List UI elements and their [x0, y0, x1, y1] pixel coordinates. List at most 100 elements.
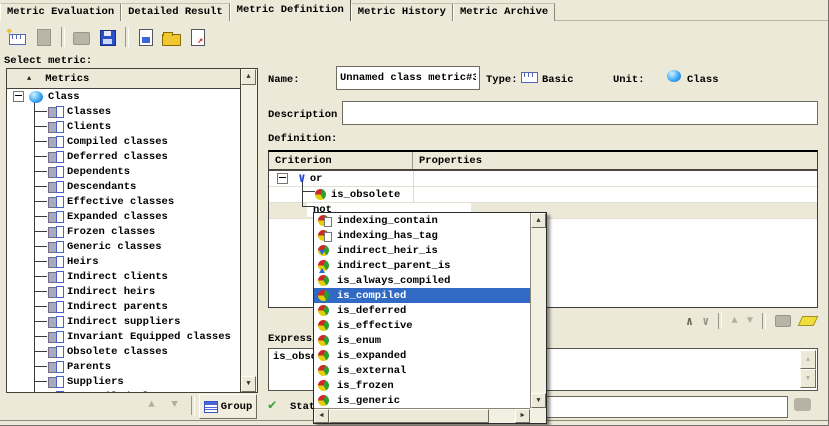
dropdown-item-label: indexing_contain: [337, 215, 438, 227]
tree-item-label: Descendants: [67, 181, 136, 193]
move-criterion-down-button[interactable]: ▼: [747, 315, 753, 327]
scroll-left-button[interactable]: ◄: [314, 409, 329, 423]
tree-item-indirect-suppliers[interactable]: Indirect suppliers: [7, 314, 241, 329]
tree-item-indirect-heirs[interactable]: Indirect heirs: [7, 284, 241, 299]
tree-item-invariant-equipped-classes[interactable]: Invariant Equipped classes: [7, 329, 241, 344]
tab-metric-definition[interactable]: Metric Definition: [230, 0, 351, 21]
tree-item-indirect-clients[interactable]: Indirect clients: [7, 269, 241, 284]
metric-icon: [48, 211, 65, 223]
metric-icon: [48, 301, 65, 313]
scroll-up-button[interactable]: ▲: [241, 69, 256, 85]
criterion-row-is-obsolete[interactable]: is_obsolete: [269, 187, 817, 203]
move-criterion-up-button[interactable]: ▲: [731, 315, 737, 327]
metrics-column-header[interactable]: ▲ Metrics: [7, 69, 241, 89]
group-grid-icon: [204, 401, 218, 413]
comment-bubble-icon[interactable]: [794, 398, 811, 411]
metric-name-input[interactable]: [336, 66, 480, 90]
group-button-label: Group: [221, 401, 253, 413]
tab-metric-archive[interactable]: Metric Archive: [453, 3, 555, 21]
tab-metric-history[interactable]: Metric History: [351, 3, 453, 21]
expression-scroll-up-button[interactable]: ▲: [800, 350, 816, 369]
tree-item-classes[interactable]: Classes: [7, 104, 241, 119]
tree-item-deferred-classes[interactable]: Deferred classes: [7, 149, 241, 164]
open-metric-file-button[interactable]: [159, 25, 183, 49]
clear-definition-button[interactable]: [798, 316, 819, 326]
import-metrics-button[interactable]: [133, 25, 157, 49]
dropdown-item-is-always-compiled[interactable]: is_always_compiled: [314, 273, 530, 288]
collapse-toggle-icon[interactable]: [277, 173, 288, 184]
dropdown-vertical-scrollbar[interactable]: ▲ ▼: [530, 213, 546, 408]
tree-item-compiled-classes[interactable]: Compiled classes: [7, 134, 241, 149]
tree-item-obsolete-classes[interactable]: Obsolete classes: [7, 344, 241, 359]
dropdown-item-is-external[interactable]: is_external: [314, 363, 530, 378]
metric-icon: [48, 166, 65, 178]
tree-item-indirect-parents[interactable]: Indirect parents: [7, 299, 241, 314]
description-label: Description: [268, 109, 337, 121]
tab-metric-evaluation[interactable]: Metric Evaluation: [0, 3, 121, 21]
insert-and-criterion-button[interactable]: ∧: [686, 314, 693, 329]
scroll-right-button[interactable]: ►: [515, 409, 530, 423]
dropdown-item-is-expanded[interactable]: is_expanded: [314, 348, 530, 363]
tree-item-effective-classes[interactable]: Effective classes: [7, 194, 241, 209]
tab-detailed-result[interactable]: Detailed Result: [121, 3, 230, 21]
tree-item-descendants[interactable]: Descendants: [7, 179, 241, 194]
delete-icon: [73, 32, 90, 45]
status-ok-check-icon: ✔: [268, 397, 276, 414]
scroll-up-button[interactable]: ▲: [531, 213, 546, 228]
dropdown-item-is-generic[interactable]: is_generic: [314, 393, 530, 408]
criterion-row-or[interactable]: ∨ or: [269, 171, 817, 187]
tree-root-class[interactable]: Class: [7, 89, 241, 104]
tree-item-uncompiled-classes[interactable]: Uncompiled classes: [7, 389, 241, 392]
delete-metric-button[interactable]: [69, 25, 93, 49]
collapse-toggle-icon[interactable]: [13, 91, 24, 102]
dropdown-item-label: is_external: [337, 365, 406, 377]
description-input[interactable]: [342, 101, 818, 125]
dropdown-item-is-enum[interactable]: is_enum: [314, 333, 530, 348]
unit-value: Class: [687, 74, 719, 86]
dropdown-item-is-deferred[interactable]: is_deferred: [314, 303, 530, 318]
dropdown-item-is-effective[interactable]: is_effective: [314, 318, 530, 333]
dropdown-item-indirect-parent-is[interactable]: indirect_parent_is: [314, 258, 530, 273]
metric-tree-body: Class Classes Clients Compiled classes D…: [7, 89, 241, 392]
tree-item-parents[interactable]: Parents: [7, 359, 241, 374]
metric-icon: [48, 181, 65, 193]
tree-item-suppliers[interactable]: Suppliers: [7, 374, 241, 389]
dropdown-item-is-frozen[interactable]: is_frozen: [314, 378, 530, 393]
expression-scroll-down-button[interactable]: ▼: [800, 369, 816, 388]
tree-item-frozen-classes[interactable]: Frozen classes: [7, 224, 241, 239]
tree-item-label: Expanded classes: [67, 211, 168, 223]
dropdown-item-label: is_deferred: [337, 305, 406, 317]
tree-item-label: Indirect heirs: [67, 286, 155, 298]
tree-item-expanded-classes[interactable]: Expanded classes: [7, 209, 241, 224]
move-metric-down-button[interactable]: ▼: [166, 397, 183, 413]
save-metric-button[interactable]: [95, 25, 119, 49]
tree-scrollbar[interactable]: ▲ ▼: [240, 69, 257, 392]
scrollbar-thumb[interactable]: [329, 409, 489, 423]
dropdown-item-indexing-contain[interactable]: indexing_contain: [314, 213, 530, 228]
insert-or-criterion-button[interactable]: ∨: [702, 314, 709, 329]
tree-item-heirs[interactable]: Heirs: [7, 254, 241, 269]
group-toggle-button[interactable]: Group: [199, 394, 257, 419]
metric-icon: [48, 271, 65, 283]
scroll-down-button[interactable]: ▼: [531, 393, 546, 408]
criterion-tree-line: [302, 182, 303, 207]
criterion-with-page-icon: [318, 229, 332, 242]
criterion-column-header[interactable]: Criterion: [269, 152, 413, 169]
tree-item-generic-classes[interactable]: Generic classes: [7, 239, 241, 254]
properties-column-header[interactable]: Properties: [413, 155, 482, 167]
new-metric-button[interactable]: ✦: [5, 25, 29, 49]
dropdown-item-indirect-heir-is[interactable]: indirect_heir_is: [314, 243, 530, 258]
dropdown-item-indexing-has-tag[interactable]: indexing_has_tag: [314, 228, 530, 243]
scroll-down-button[interactable]: ▼: [241, 376, 256, 392]
export-metrics-button[interactable]: ↗: [185, 25, 209, 49]
dropdown-item-label: is_generic: [337, 395, 400, 407]
duplicate-metric-button[interactable]: [31, 25, 55, 49]
dropdown-horizontal-scrollbar[interactable]: ◄ ►: [314, 408, 530, 423]
tree-item-label: Indirect clients: [67, 271, 168, 283]
tree-item-clients[interactable]: Clients: [7, 119, 241, 134]
dropdown-item-label: indirect_parent_is: [337, 260, 450, 272]
delete-criterion-button[interactable]: [775, 315, 791, 327]
tree-item-dependents[interactable]: Dependents: [7, 164, 241, 179]
move-metric-up-button[interactable]: ▲: [143, 397, 160, 413]
dropdown-item-is-compiled-selected[interactable]: is_compiled: [314, 288, 530, 303]
